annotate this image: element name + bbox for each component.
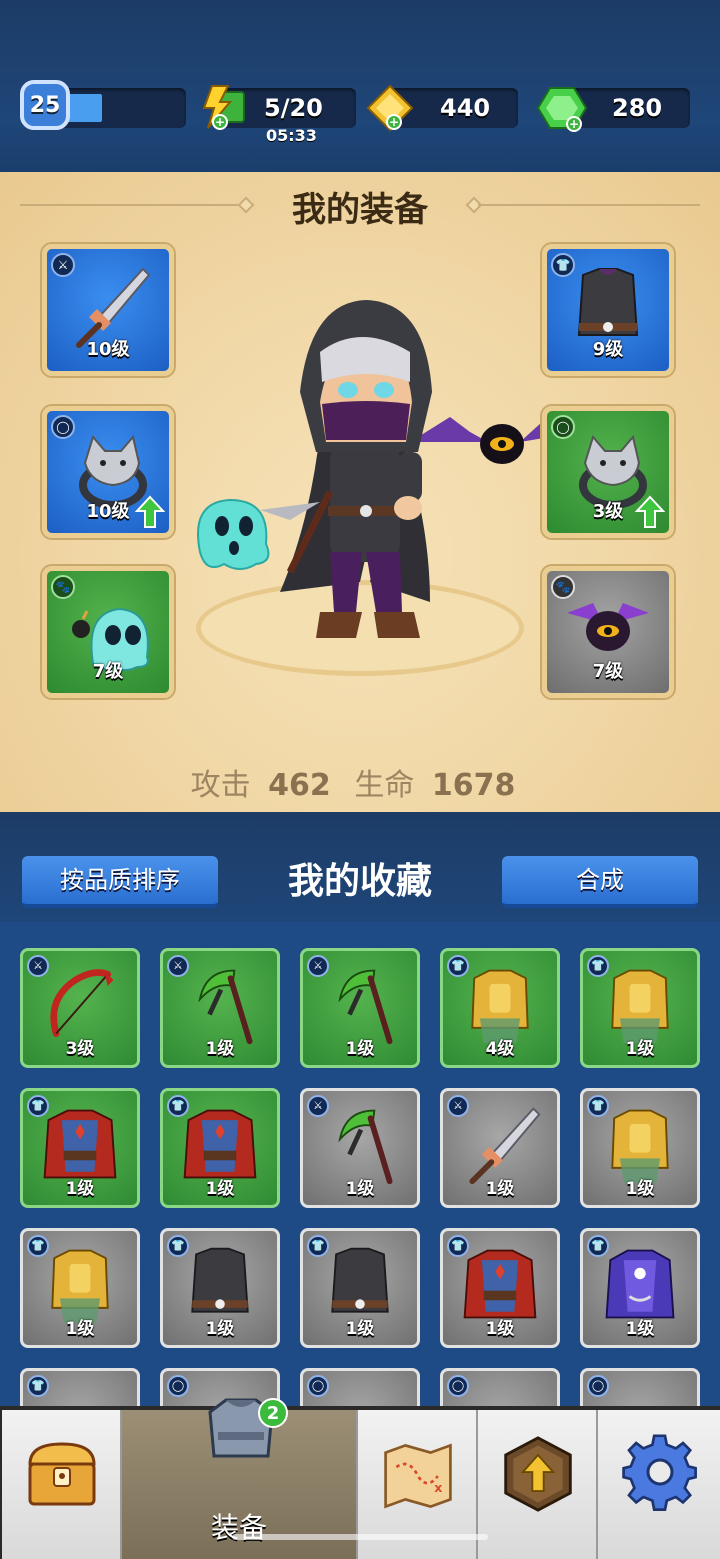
nav-upgrade[interactable] — [478, 1410, 598, 1559]
equipment-title: 我的装备 — [292, 190, 428, 230]
map-icon: x — [384, 1443, 452, 1509]
item-level: 1级 — [625, 1319, 655, 1339]
equip-slot-weapon[interactable]: ⚔ 10级 — [42, 244, 174, 376]
collection-item[interactable]: 👕 1级 — [20, 1088, 140, 1208]
attack-value: 462 — [268, 768, 331, 803]
energy-timer: 05:33 — [266, 126, 317, 145]
hero-character[interactable] — [170, 282, 590, 672]
gear-icon — [622, 1434, 697, 1511]
svg-text:+: + — [215, 115, 225, 129]
hp-value: 1678 — [431, 768, 516, 803]
upgrade-arrow-icon — [635, 495, 665, 528]
sort-by-quality-button[interactable]: 按品质排序 — [22, 856, 218, 908]
attack-label: 攻击 — [190, 768, 251, 803]
armor-type-icon: 👕 — [27, 1375, 49, 1397]
item-level: 1级 — [625, 1039, 655, 1059]
item-level: 1级 — [485, 1319, 515, 1339]
home-indicator — [232, 1534, 488, 1540]
svg-text:+: + — [569, 117, 579, 131]
collection-item-partial[interactable]: ◯ — [440, 1368, 560, 1406]
collection-item[interactable]: 👕 1级 — [160, 1228, 280, 1348]
slot-level: 10级 — [86, 339, 130, 360]
collection-item[interactable]: ⚔ 1级 — [440, 1088, 560, 1208]
collection-item-partial[interactable]: ◯ — [300, 1368, 420, 1406]
item-level: 3级 — [65, 1039, 95, 1059]
collection-item[interactable]: ⚔ 1级 — [160, 948, 280, 1068]
collection-item[interactable]: 👕 1级 — [440, 1228, 560, 1348]
item-level: 1级 — [65, 1319, 95, 1339]
equip-slot-pet-2[interactable]: 🐾 7级 — [542, 566, 674, 698]
player-level-badge[interactable]: 25 — [20, 80, 70, 130]
gem-plus-icon[interactable]: + — [536, 84, 588, 134]
item-level: 4级 — [485, 1039, 515, 1059]
nav-shop[interactable] — [2, 1410, 122, 1559]
ring-type-icon: ◯ — [307, 1375, 329, 1397]
nav-settings[interactable] — [598, 1410, 720, 1559]
resource-bar: 25 5/20 + 05:33 440 + 280 + — [0, 0, 720, 172]
collection-item[interactable]: 👕 4级 — [440, 948, 560, 1068]
equip-slot-armor[interactable]: 👕 9级 — [542, 244, 674, 376]
item-level: 1级 — [625, 1179, 655, 1199]
item-level: 1级 — [345, 1039, 375, 1059]
collection-item[interactable]: ⚔ 1级 — [300, 1088, 420, 1208]
item-level: 1级 — [205, 1179, 235, 1199]
collection-item[interactable]: ⚔ 3级 — [20, 948, 140, 1068]
equip-slot-ring-2[interactable]: ◯ 3级 — [542, 406, 674, 538]
collection-item[interactable]: 👕 1级 — [580, 1228, 700, 1348]
equip-slot-pet[interactable]: 🐾 7级 — [42, 566, 174, 698]
hp-label: 生命 — [354, 768, 415, 803]
equipment-panel: 我的装备 ⚔ 10级 ◯ 10级 🐾 7级 👕 9级 ◯ 3级 🐾 7级 攻击 … — [0, 172, 720, 812]
treasure-chest-icon — [28, 1442, 96, 1506]
item-level: 1级 — [345, 1319, 375, 1339]
collection-item[interactable]: ⚔ 1级 — [300, 948, 420, 1068]
merge-button[interactable]: 合成 — [502, 856, 698, 908]
collection-item-partial[interactable]: 👕 — [20, 1368, 140, 1406]
item-level: 1级 — [485, 1179, 515, 1199]
item-level: 1级 — [205, 1319, 235, 1339]
item-level: 1级 — [205, 1039, 235, 1059]
gold-value: 440 — [440, 94, 491, 122]
ring-type-icon: ◯ — [167, 1375, 189, 1397]
equipment-badge: 2 — [258, 1398, 288, 1428]
collection-header: 按品质排序 我的收藏 合成 — [0, 812, 720, 922]
svg-text:x: x — [434, 1480, 442, 1495]
upgrade-icon — [504, 1436, 572, 1512]
gold-plus-icon[interactable]: + — [366, 84, 414, 132]
nav-equipment-label: 装备 — [210, 1511, 267, 1544]
slot-level: 7级 — [592, 661, 624, 682]
collection-item[interactable]: 👕 1级 — [20, 1228, 140, 1348]
equip-slot-ring[interactable]: ◯ 10级 — [42, 406, 174, 538]
collection-title: 我的收藏 — [287, 861, 432, 902]
energy-value: 5/20 — [264, 94, 323, 122]
hero-stats: 攻击 462 生命 1678 — [0, 760, 720, 804]
ring-type-icon: ◯ — [587, 1375, 609, 1397]
collection-item[interactable]: 👕 1级 — [580, 1088, 700, 1208]
svg-text:+: + — [389, 115, 399, 129]
player-level: 25 — [29, 92, 61, 118]
item-level: 1级 — [65, 1179, 95, 1199]
collection-grid: ⚔ 3级 ⚔ 1级 ⚔ 1级 👕 4级 👕 1级 👕 1级 👕 1级 ⚔ 1级 ⚔ 1级 👕 1级 👕 1级 👕 1级 👕 1级 👕… — [0, 922, 720, 1406]
gem-value: 280 — [612, 94, 663, 122]
upgrade-arrow-icon — [135, 495, 165, 528]
collection-item[interactable]: 👕 1级 — [300, 1228, 420, 1348]
item-level: 1级 — [345, 1179, 375, 1199]
ghost-companion — [197, 498, 270, 570]
energy-plus-icon[interactable]: + — [198, 84, 250, 130]
ring-type-icon: ◯ — [447, 1375, 469, 1397]
collection-item-partial[interactable]: ◯ — [580, 1368, 700, 1406]
collection-item[interactable]: 👕 1级 — [160, 1088, 280, 1208]
slot-level: 9级 — [592, 339, 624, 360]
collection-item[interactable]: 👕 1级 — [580, 948, 700, 1068]
slot-level: 7级 — [92, 661, 124, 682]
